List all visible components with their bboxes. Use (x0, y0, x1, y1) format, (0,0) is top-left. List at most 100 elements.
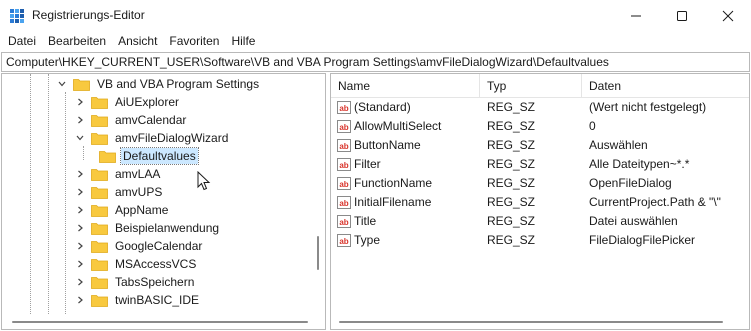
value-row[interactable]: ab (Standard) REG_SZ (Wert nicht festgel… (331, 98, 749, 117)
value-row[interactable]: ab Title REG_SZ Datei auswählen (331, 212, 749, 231)
tree-item-label: AppName (115, 203, 169, 217)
mouse-pointer-icon (197, 171, 211, 191)
value-row[interactable]: ab Filter REG_SZ Alle Dateitypen~*.* (331, 155, 749, 174)
folder-icon (91, 114, 108, 127)
chevron-right-icon[interactable] (75, 223, 85, 233)
value-data: Alle Dateitypen~*.* (589, 157, 690, 171)
tree-item-defaultvalues[interactable]: Defaultvalues (99, 147, 199, 165)
svg-text:ab: ab (339, 237, 348, 246)
menu-favoriten[interactable]: Favoriten (163, 31, 225, 51)
tree-vertical-scrollbar[interactable] (311, 74, 325, 314)
minimize-icon (631, 15, 641, 16)
title-bar: Registrierungs-Editor (0, 0, 751, 31)
chevron-right-icon[interactable] (75, 241, 85, 251)
chevron-right-icon[interactable] (75, 259, 85, 269)
tree-item-label: amvLAA (115, 167, 161, 181)
maximize-button[interactable] (659, 0, 705, 31)
svg-text:ab: ab (339, 123, 348, 132)
chevron-right-icon[interactable] (75, 97, 85, 107)
address-bar[interactable]: Computer\HKEY_CURRENT_USER\Software\VB a… (1, 52, 750, 72)
value-row[interactable]: ab Type REG_SZ FileDialogFilePicker (331, 231, 749, 250)
tree-item-label: twinBASIC_IDE (115, 293, 200, 307)
tree-item-label: amvFileDialogWizard (115, 131, 229, 145)
scrollbar-thumb[interactable] (317, 236, 319, 270)
chevron-right-icon[interactable] (75, 115, 85, 125)
scrollbar-thumb[interactable] (339, 321, 723, 323)
tree-item-label: GoogleCalendar (115, 239, 203, 253)
tree-item-vb-and-vba-program-settings[interactable]: VB and VBA Program Settings (57, 75, 261, 93)
tree-guide-line (65, 92, 66, 314)
folder-icon (73, 78, 90, 91)
column-header-data[interactable]: Daten (582, 74, 749, 98)
chevron-right-icon[interactable] (75, 277, 85, 287)
tree-item-label: Beispielanwendung (115, 221, 220, 235)
menu-datei[interactable]: Datei (2, 31, 42, 51)
maximize-icon (677, 10, 687, 21)
value-type: REG_SZ (487, 214, 536, 228)
folder-icon (91, 294, 108, 307)
value-name: ButtonName (354, 138, 421, 152)
minimize-button[interactable] (613, 0, 659, 31)
value-data: (Wert nicht festgelegt) (589, 100, 707, 114)
tree-item-amvlaa[interactable]: amvLAA (75, 165, 162, 183)
folder-icon (91, 258, 108, 271)
menu-bearbeiten[interactable]: Bearbeiten (42, 31, 112, 51)
value-type: REG_SZ (487, 138, 536, 152)
tree-horizontal-scrollbar[interactable] (2, 314, 325, 329)
tree-item-amvfiledialogwizard[interactable]: amvFileDialogWizard (75, 129, 230, 147)
list-horizontal-scrollbar[interactable] (331, 314, 749, 329)
column-header-name[interactable]: Name (331, 74, 480, 98)
chevron-right-icon[interactable] (75, 187, 85, 197)
value-name: Title (354, 214, 377, 228)
svg-text:ab: ab (339, 161, 348, 170)
chevron-right-icon[interactable] (75, 295, 85, 305)
close-icon (722, 10, 734, 21)
chevron-right-icon[interactable] (75, 205, 85, 215)
tree-item-label: VB and VBA Program Settings (97, 77, 260, 91)
key-tree-pane[interactable]: VB and VBA Program Settings AiUExplorer … (1, 73, 326, 330)
tree-item-aiuexplorer[interactable]: AiUExplorer (75, 93, 181, 111)
folder-icon (91, 132, 108, 145)
close-button[interactable] (705, 0, 751, 31)
value-row[interactable]: ab FunctionName REG_SZ OpenFileDialog (331, 174, 749, 193)
string-value-icon: ab (337, 177, 351, 190)
value-type: REG_SZ (487, 176, 536, 190)
tree-item-googlecalendar[interactable]: GoogleCalendar (75, 237, 204, 255)
string-value-icon: ab (337, 139, 351, 152)
scrollbar-thumb[interactable] (12, 321, 308, 323)
tree-item-amvups[interactable]: amvUPS (75, 183, 164, 201)
svg-text:ab: ab (339, 180, 348, 189)
value-name: InitialFilename (354, 195, 432, 209)
tree-guide-line (83, 146, 84, 160)
string-value-icon: ab (337, 158, 351, 171)
folder-icon (91, 222, 108, 235)
menu-hilfe[interactable]: Hilfe (225, 31, 261, 51)
svg-text:ab: ab (339, 104, 348, 113)
value-row[interactable]: ab InitialFilename REG_SZ CurrentProject… (331, 193, 749, 212)
chevron-right-icon[interactable] (75, 169, 85, 179)
column-header-type[interactable]: Typ (480, 74, 582, 98)
value-row[interactable]: ab ButtonName REG_SZ Auswählen (331, 136, 749, 155)
tree-item-msaccessvcs[interactable]: MSAccessVCS (75, 255, 198, 273)
chevron-down-icon[interactable] (57, 79, 67, 89)
value-row[interactable]: ab AllowMultiSelect REG_SZ 0 (331, 117, 749, 136)
value-list-pane[interactable]: Name Typ Daten ab (Standard) REG_SZ (Wer… (330, 73, 750, 330)
value-name: AllowMultiSelect (354, 119, 442, 133)
menu-ansicht[interactable]: Ansicht (112, 31, 163, 51)
tree-item-amvcalendar[interactable]: amvCalendar (75, 111, 188, 129)
value-name: Type (354, 233, 381, 247)
tree-item-twinbasic-ide[interactable]: twinBASIC_IDE (75, 291, 201, 309)
tree-item-appname[interactable]: AppName (75, 201, 170, 219)
tree-item-label: MSAccessVCS (115, 257, 197, 271)
chevron-down-icon[interactable] (75, 133, 85, 143)
value-data: Datei auswählen (589, 214, 678, 228)
value-data: 0 (589, 119, 596, 133)
menu-bar: Datei Bearbeiten Ansicht Favoriten Hilfe (0, 31, 751, 51)
value-data: CurrentProject.Path & "\" (589, 195, 721, 209)
tree-guide-line (30, 74, 31, 314)
string-value-icon: ab (337, 196, 351, 209)
tree-item-beispielanwendung[interactable]: Beispielanwendung (75, 219, 221, 237)
tree-item-tabsspeichern[interactable]: TabsSpeichern (75, 273, 196, 291)
list-header: Name Typ Daten (331, 74, 749, 98)
string-value-icon: ab (337, 101, 351, 114)
